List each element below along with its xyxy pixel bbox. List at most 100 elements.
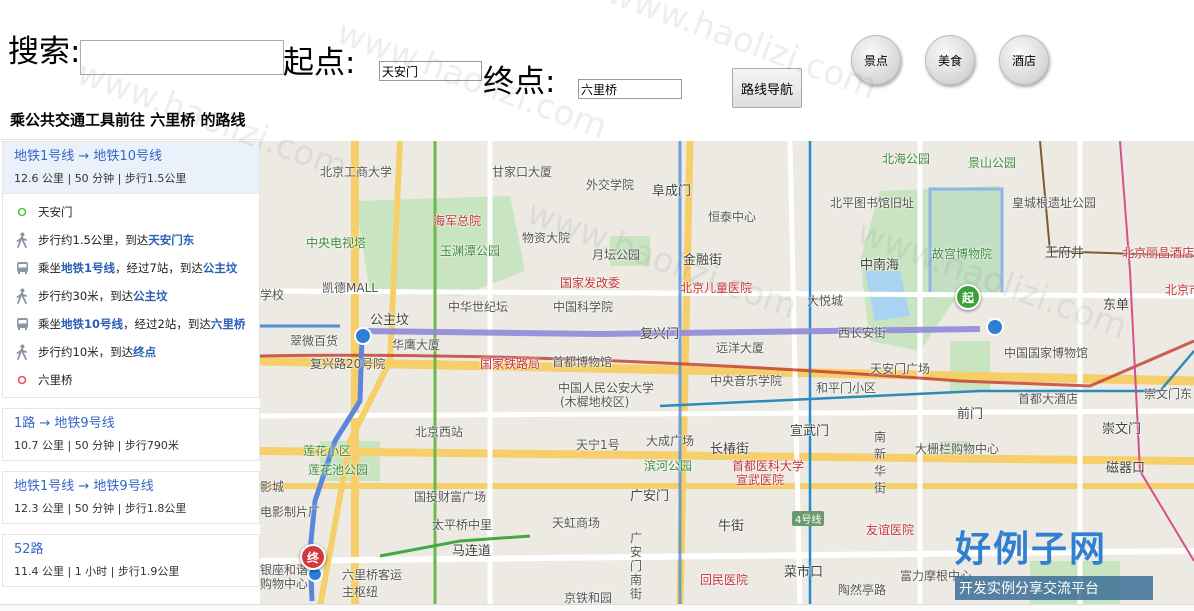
category-scenic-button[interactable]: 景点 (851, 35, 901, 85)
map-label: 国家铁路局 (480, 357, 541, 371)
map-label: 皇城根遗址公园 (1012, 196, 1097, 210)
map-label: 大成广场 (646, 434, 695, 448)
map-label: 恒泰中心 (708, 210, 757, 224)
map-label: 公主坟 (370, 313, 410, 328)
route-panel: 地铁1号线 → 地铁10号线 12.6 公里 | 50 分钟 | 步行1.5公里… (2, 141, 260, 611)
map-label: 南新华街 (874, 430, 887, 495)
map-label: 金融街 (683, 253, 723, 268)
route-plan[interactable]: 地铁1号线 → 地铁9号线 12.3 公里 | 50 分钟 | 步行1.8公里 (2, 471, 260, 524)
map-label: 滨河公园 (644, 459, 693, 473)
end-input[interactable] (578, 79, 682, 99)
map-label: 六里桥客运主枢纽 (342, 568, 403, 599)
map-label: 崇文门 (1102, 422, 1142, 437)
brand-title: 好例子网 (955, 528, 1108, 570)
step-highlight[interactable]: 地铁1号线 (61, 260, 115, 276)
route-plan-name[interactable]: 52路 (14, 541, 248, 559)
map-label: 甘家口大厦 (492, 165, 553, 179)
step-text: ，经过7站，到达 (115, 261, 203, 275)
route-step: 六里桥 (3, 366, 259, 394)
map-label: 复兴门 (640, 327, 680, 342)
map-label: 中国科学院 (553, 300, 614, 314)
step-highlight[interactable]: 公主坟 (133, 288, 168, 304)
step-text: 乘坐 (38, 261, 61, 275)
start-dot-icon (14, 204, 30, 220)
route-plan[interactable]: 地铁1号线 → 地铁10号线 12.6 公里 | 50 分钟 | 步行1.5公里… (2, 141, 260, 398)
step-text: 步行约1.5公里，到达 (38, 233, 149, 247)
map-label: 莲花小区 (303, 444, 352, 458)
route-navigate-button[interactable]: 路线导航 (732, 68, 802, 108)
step-highlight[interactable]: 地铁10号线 (61, 316, 123, 332)
map-label: 凯德MALL (322, 281, 378, 295)
map-label: 广安门南街 (630, 531, 643, 601)
map-label: 和平门小区 (816, 381, 877, 395)
route-plan-header[interactable]: 地铁1号线 → 地铁10号线 12.6 公里 | 50 分钟 | 步行1.5公里 (3, 141, 259, 193)
step-highlight[interactable]: 公主坟 (203, 260, 238, 276)
end-pin-icon[interactable]: 终 (300, 544, 326, 570)
route-plan[interactable]: 52路 11.4 公里 | 1 小时 | 步行1.9公里 (2, 534, 260, 587)
start-input[interactable] (379, 61, 482, 81)
step-text: 乘坐 (38, 317, 61, 331)
route-plan-name[interactable]: 1路 → 地铁9号线 (14, 415, 248, 433)
map-label: 长椿街 (710, 442, 750, 457)
map-label: 中华世纪坛 (448, 300, 509, 314)
step-highlight[interactable]: 六里桥 (211, 316, 246, 332)
map-label: 海军总院 (433, 214, 482, 228)
map-label: (木樨地校区) (560, 395, 630, 409)
category-food-button[interactable]: 美食 (925, 35, 975, 85)
route-plan-name[interactable]: 地铁1号线 → 地铁9号线 (14, 478, 248, 496)
route-plan-header[interactable]: 地铁1号线 → 地铁9号线 12.3 公里 | 50 分钟 | 步行1.8公里 (3, 471, 259, 523)
brand-watermark: 好例子网 开发实例分享交流平台 (955, 520, 1153, 602)
walk-icon (14, 288, 30, 304)
route-plan[interactable]: 1路 → 地铁9号线 10.7 公里 | 50 分钟 | 步行790米 (2, 408, 260, 461)
route-step: 步行约10米，到达 终点 (3, 338, 259, 366)
map-label: 首都大酒店 (1018, 392, 1079, 406)
map-label: 磁器口 (1106, 461, 1146, 476)
brand-subtitle: 开发实例分享交流平台 (955, 576, 1153, 600)
divider (0, 139, 260, 140)
map-label: 首都博物馆 (552, 355, 613, 369)
category-hotel-button[interactable]: 酒店 (999, 35, 1049, 85)
map-label: 回民医院 (700, 573, 749, 587)
map-label: 国投财富广场 (414, 490, 487, 504)
bus-icon (14, 316, 30, 332)
map-label: 电影制片厂 (260, 505, 321, 519)
route-title: 乘公共交通工具前往 六里桥 的路线 (10, 111, 246, 129)
map-label: 景山公园 (968, 156, 1017, 170)
app-root: 搜索: 起点: 终点: 路线导航 景点 美食 酒店 乘公共交通工具前往 六里桥 … (0, 0, 1194, 611)
step-highlight[interactable]: 终点 (133, 344, 156, 360)
map-label: 购物中心 (260, 577, 309, 591)
search-label: 搜索: (8, 34, 81, 70)
map-label: 天宁1号 (576, 438, 620, 452)
route-step: 天安门 (3, 198, 259, 226)
route-step: 乘坐 地铁1号线 ，经过7站，到达 公主坟 (3, 254, 259, 282)
map-label: 中央电视塔 (306, 236, 367, 250)
map-label: 故宫博物院 (932, 247, 993, 261)
map-label: 西长安街 (838, 326, 887, 340)
map-label: 大栅栏购物中心 (915, 442, 1000, 456)
map-label: 陶然亭路 (838, 583, 887, 597)
route-plan-meta: 11.4 公里 | 1 小时 | 步行1.9公里 (14, 565, 180, 578)
end-dot-icon (14, 372, 30, 388)
map-label: 天安门广场 (870, 362, 931, 376)
map-label: 莲花池公园 (308, 463, 369, 477)
map-label: 广安门 (630, 489, 670, 504)
map-label: 影城 (260, 480, 285, 494)
map-label: 北京市民检察 (1165, 283, 1194, 297)
bottom-scrollbar[interactable] (0, 604, 1194, 611)
map-label: 外交学院 (586, 178, 635, 192)
step-text: ，经过2站，到达 (123, 317, 211, 331)
route-plan-header[interactable]: 52路 11.4 公里 | 1 小时 | 步行1.9公里 (3, 534, 259, 586)
route-plan-name[interactable]: 地铁1号线 → 地铁10号线 (14, 148, 248, 166)
route-plan-header[interactable]: 1路 → 地铁9号线 10.7 公里 | 50 分钟 | 步行790米 (3, 408, 259, 460)
map-label: 月坛公园 (592, 248, 641, 262)
map-label: 北海公园 (882, 152, 931, 166)
route-step: 乘坐 地铁10号线 ，经过2站，到达 六里桥 (3, 310, 259, 338)
map-label: 中央音乐学院 (710, 374, 783, 388)
map-label: 远洋大厦 (716, 341, 765, 355)
map-label: 阜成门 (652, 184, 692, 199)
start-pin-icon[interactable]: 起 (955, 284, 981, 310)
map-label: 北京西站 (415, 425, 464, 439)
bus-icon (14, 260, 30, 276)
search-input[interactable] (80, 40, 284, 75)
step-highlight[interactable]: 天安门东 (148, 232, 194, 248)
